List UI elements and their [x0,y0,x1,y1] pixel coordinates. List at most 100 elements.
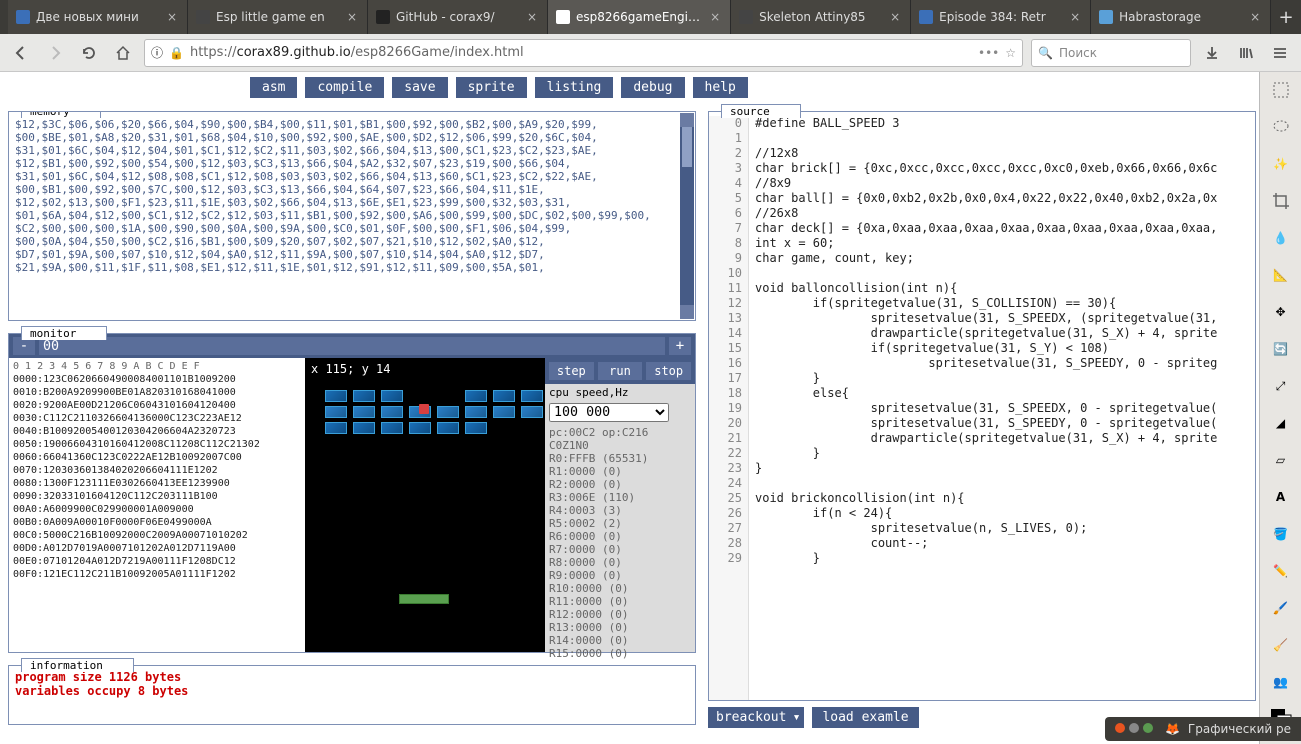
shear-tool-icon[interactable]: ◢ [1269,411,1293,435]
browser-tab[interactable]: Две новых мини × [8,0,188,34]
text-tool-icon[interactable]: A [1269,485,1293,509]
library-icon[interactable] [1233,40,1259,66]
brick [381,390,403,402]
cpu-speed-label: cpu speed,Hz [545,384,695,401]
information-title: information [21,658,134,672]
debug-button[interactable]: debug [621,77,684,98]
brick [409,422,431,434]
brush-tool-icon[interactable]: 🖌️ [1269,596,1293,620]
tab-title: GitHub - corax9/ [396,10,519,24]
step-button[interactable]: step [549,362,594,380]
stop-button[interactable]: stop [646,362,691,380]
taskbar-item[interactable]: 🦊 Графический ре [1105,717,1301,741]
favicon [196,10,210,24]
memory-text: $12,$3C,$06,$06,$20,$66,$04,$90,$00,$B4,… [15,118,689,274]
monitor-title: monitor [21,326,107,340]
move-tool-icon[interactable]: ✥ [1269,300,1293,324]
wand-tool-icon[interactable]: ✨ [1269,152,1293,176]
url-bar[interactable]: ⓘ 🔒 https://corax89.github.io/esp8266Gam… [144,39,1023,67]
brick [325,390,347,402]
sprite-button[interactable]: sprite [456,77,527,98]
lock-icon: 🔒 [169,46,184,60]
new-tab-button[interactable]: + [1271,0,1301,34]
memory-panel: memory $12,$3C,$06,$06,$20,$66,$04,$90,$… [8,111,696,321]
downloads-icon[interactable] [1199,40,1225,66]
perspective-tool-icon[interactable]: ▱ [1269,448,1293,472]
tab-title: Две новых мини [36,10,159,24]
menu-icon[interactable] [1267,40,1293,66]
brick [521,390,543,402]
close-icon[interactable]: × [1248,10,1262,24]
more-icon[interactable]: ••• [978,46,999,60]
star-icon[interactable]: ☆ [1005,46,1016,60]
favicon [556,10,570,24]
close-icon[interactable]: × [165,10,179,24]
search-placeholder: Поиск [1059,46,1097,60]
scale-tool-icon[interactable]: ⤢ [1269,374,1293,398]
asm-button[interactable]: asm [250,77,297,98]
addr-plus-button[interactable]: + [669,337,691,355]
favicon [376,10,390,24]
url-text: https://corax89.github.io/esp8266Game/in… [190,45,972,60]
browser-tab[interactable]: GitHub - corax9/ × [368,0,548,34]
game-canvas: x 115; y 14 [305,358,545,652]
back-button[interactable] [8,40,34,66]
crop-tool-icon[interactable] [1269,189,1293,213]
browser-tab[interactable]: esp8266gameEngine× [548,0,731,34]
addr-input[interactable] [39,337,665,355]
registers: pc:00C2 op:C216 C0Z1N0 R0:FFFB (65531) R… [545,424,695,662]
reload-button[interactable] [76,40,102,66]
cpu-speed-select[interactable]: 100 000 [549,403,669,422]
brick [381,406,403,418]
bucket-tool-icon[interactable]: 🪣 [1269,522,1293,546]
brick [325,422,347,434]
tab-title: Esp little game en [216,10,339,24]
tab-title: Habrastorage [1119,10,1242,24]
close-icon[interactable]: × [708,10,722,24]
load-example-button[interactable]: load examle [812,707,918,728]
save-button[interactable]: save [392,77,447,98]
ball [419,404,429,414]
search-icon: 🔍 [1038,46,1053,60]
source-title: source [721,104,801,118]
browser-tab[interactable]: Episode 384: Retr × [911,0,1091,34]
close-icon[interactable]: × [888,10,902,24]
select-tool-icon[interactable] [1269,78,1293,102]
brick [493,390,515,402]
source-code[interactable]: #define BALL_SPEED 3 //12x8 char brick[]… [749,116,1255,700]
browser-tab[interactable]: Skeleton Attiny85 × [731,0,911,34]
forward-button[interactable] [42,40,68,66]
close-icon[interactable]: × [345,10,359,24]
gimp-icon: 🦊 [1165,722,1180,736]
home-button[interactable] [110,40,136,66]
toolbar: asm compile save sprite listing debug help [0,72,1259,103]
lasso-tool-icon[interactable] [1269,115,1293,139]
hex-dump: 0 1 2 3 4 5 6 7 8 9 A B C D E F 0000:123… [9,358,305,652]
browser-tab[interactable]: Habrastorage × [1091,0,1271,34]
run-button[interactable]: run [598,362,643,380]
eraser-tool-icon[interactable]: 🧹 [1269,633,1293,657]
measure-tool-icon[interactable]: 📐 [1269,263,1293,287]
info-icon: ⓘ [151,44,163,61]
search-box[interactable]: 🔍 Поиск [1031,39,1191,67]
help-button[interactable]: help [693,77,748,98]
brick [493,406,515,418]
rotate-tool-icon[interactable]: 🔄 [1269,337,1293,361]
example-dropdown[interactable]: breackout [708,707,804,728]
pencil-tool-icon[interactable]: ✏️ [1269,559,1293,583]
brick [521,406,543,418]
tab-title: Skeleton Attiny85 [759,10,882,24]
brick [353,406,375,418]
tab-title: Episode 384: Retr [939,10,1062,24]
eyedropper-tool-icon[interactable]: 💧 [1269,226,1293,250]
listing-button[interactable]: listing [535,77,614,98]
clone-tool-icon[interactable]: 👥 [1269,670,1293,694]
brick [325,406,347,418]
browser-tab[interactable]: Esp little game en × [188,0,368,34]
brick [465,406,487,418]
close-icon[interactable]: × [1068,10,1082,24]
close-icon[interactable]: × [525,10,539,24]
compile-button[interactable]: compile [305,77,384,98]
control-col: step run stop cpu speed,Hz 100 000 pc:00… [545,358,695,652]
memory-scrollbar[interactable] [680,113,694,319]
